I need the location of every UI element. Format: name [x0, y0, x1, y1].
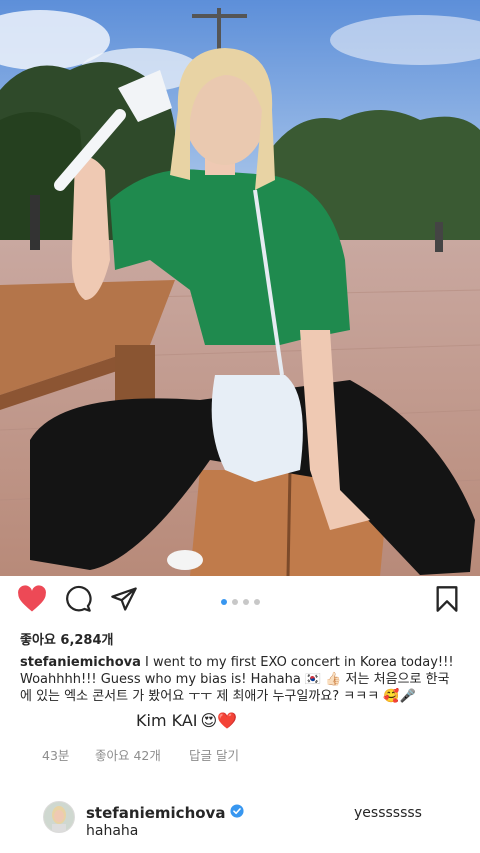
post-caption: stefaniemichova I went to my first EXO c… [20, 654, 460, 705]
carousel-dot [253, 599, 260, 605]
likes-count[interactable]: 좋아요 6,284개 [20, 629, 114, 648]
reply-button[interactable]: 답글 달기 [189, 745, 239, 764]
avatar[interactable] [43, 801, 75, 833]
comment-highlight: Kim KAI 😍❤️ [136, 711, 237, 730]
carousel-indicator [0, 599, 480, 605]
highlight-text: Kim KAI [136, 711, 198, 730]
carousel-dot [220, 599, 227, 605]
comment-time: 43분 [42, 748, 70, 763]
highlight-emojis: 😍❤️ [200, 711, 238, 730]
carousel-dot [242, 599, 249, 605]
comment-text: hahaha [86, 823, 139, 839]
post-photo-image [0, 0, 480, 576]
verified-icon [230, 804, 245, 822]
comment-author[interactable]: stefaniemichova [86, 804, 245, 822]
reply-text: yesssssss [354, 805, 422, 821]
post-photo[interactable] [0, 0, 480, 576]
comment-likes[interactable]: 좋아요 42개 [95, 745, 161, 764]
comment-username[interactable]: stefaniemichova [86, 804, 225, 822]
carousel-dot [231, 599, 238, 605]
caption-username[interactable]: stefaniemichova [20, 655, 141, 670]
